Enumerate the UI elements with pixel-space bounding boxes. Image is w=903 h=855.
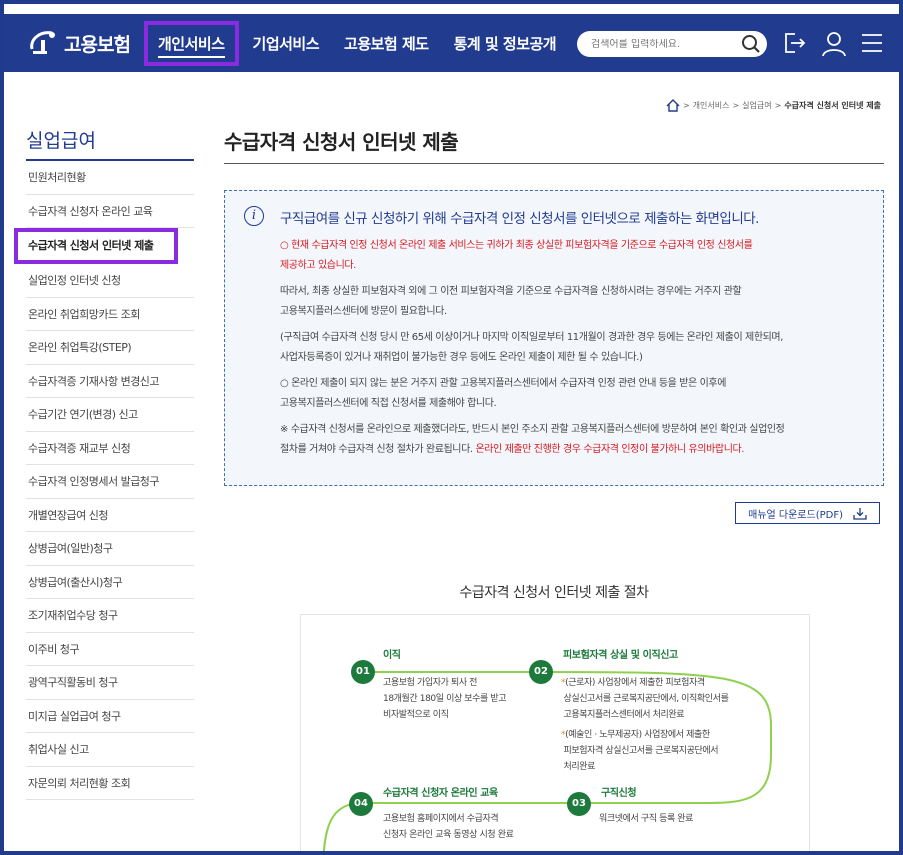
step-note: *(근로자) 사업장에서 제출한 피보험자격 상실신고서를 근로복지공단에서, … bbox=[561, 678, 729, 720]
sidebar-item-sickness-birth[interactable]: 상병급여(출산시)청구 bbox=[26, 566, 194, 599]
step-title: 이직 bbox=[383, 650, 401, 661]
sidebar-item-unemployment-recognition[interactable]: 실업인정 인터넷 신청 bbox=[26, 264, 194, 298]
info-line: 절차를 거쳐야 수급자격 신청 절차가 완료됩니다. bbox=[280, 443, 476, 455]
logo-text: 고용보험 bbox=[64, 33, 131, 56]
step-note: *(예술인 · 노무제공자) 사업장에서 제출한 피보험자격 상실신고서를 근로… bbox=[561, 730, 719, 772]
sidebar-item-complaint-status[interactable]: 민원처리현황 bbox=[26, 161, 194, 195]
info-paragraph: ※ 수급자격 신청서를 온라인으로 제출했더라도, 반드시 본인 주소지 관할 … bbox=[280, 420, 870, 459]
info-notice-red: ○ 현재 수급자격 인정 신청서 온라인 제출 서비스는 귀하가 최종 상실한 … bbox=[280, 236, 870, 275]
info-box: i 구직급여를 신규 신청하기 위해 수급자격 인정 신청서를 인터넷으로 제출… bbox=[224, 190, 884, 486]
site-header: 고용보험 개인서비스 기업서비스 고용보험 제도 통계 및 정보공개 bbox=[4, 14, 899, 72]
search-box bbox=[577, 31, 767, 57]
info-line: 사업자등록증이 있거나 재취업이 불가능한 경우 등에도 온라인 제출이 제한 … bbox=[280, 351, 643, 363]
search-input[interactable] bbox=[591, 38, 731, 50]
nav-label: 개인서비스 bbox=[158, 34, 225, 58]
sidebar: 실업급여 민원처리현황 수급자격 신청자 온라인 교육 수급자격 신청서 인터넷… bbox=[14, 126, 194, 800]
site-logo[interactable]: 고용보험 bbox=[26, 29, 131, 57]
step-description: 고용보험 홈페이지에서 수급자격 신청자 온라인 교육 동영상 시청 완료 bbox=[383, 814, 514, 840]
sidebar-item-unpaid-benefit[interactable]: 미지급 실업급여 청구 bbox=[26, 700, 194, 733]
info-paragraph: (구직급여 수급자격 신청 당시 만 65세 이상이거나 마지막 이직일로부터 … bbox=[280, 328, 870, 367]
info-paragraph: ○ 온라인 제출이 되지 않는 분은 거주지 관할 고용복지플러스센터에서 수급… bbox=[280, 374, 870, 413]
info-line: 고용복지플러스센터에 방문이 필요합니다. bbox=[280, 305, 447, 317]
home-icon[interactable] bbox=[666, 99, 680, 112]
sidebar-item-sickness-general[interactable]: 상병급여(일반)청구 bbox=[26, 532, 194, 566]
info-line: 따라서, 최종 상실한 피보험자격 외에 그 이전 피보험자격을 기준으로 수급… bbox=[280, 286, 742, 297]
manual-download-label: 매뉴얼 다운로드(PDF) bbox=[748, 509, 843, 521]
info-icon: i bbox=[244, 206, 264, 226]
logout-icon[interactable] bbox=[782, 31, 806, 55]
info-body: ○ 현재 수급자격 인정 신청서 온라인 제출 서비스는 귀하가 최종 상실한 … bbox=[280, 236, 870, 466]
step-description: 워크넷에서 구직 등록 완료 bbox=[599, 814, 694, 824]
sidebar-item-advisory-status[interactable]: 자문의뢰 처리현황 조회 bbox=[26, 767, 194, 800]
info-line: ○ 현재 수급자격 인정 신청서 온라인 제출 서비스는 귀하가 최종 상실한 … bbox=[280, 240, 753, 251]
sidebar-item-relocation[interactable]: 이주비 청구 bbox=[26, 633, 194, 666]
process-path bbox=[322, 671, 772, 851]
sidebar-item-individual-extension[interactable]: 개별연장급여 신청 bbox=[26, 499, 194, 532]
step-description: 고용보험 가입자가 퇴사 전 18개월간 180일 이상 보수를 받고 비자발적… bbox=[383, 678, 507, 720]
info-line: 제공하고 있습니다. bbox=[280, 259, 356, 271]
sidebar-item-cert-reissue[interactable]: 수급자격증 재교부 신청 bbox=[26, 432, 194, 465]
breadcrumb-item[interactable]: 실업급여 bbox=[742, 100, 771, 111]
step-title: 피보험자격 상실 및 이직신고 bbox=[563, 650, 678, 661]
sidebar-item-period-extension[interactable]: 수급기간 연기(변경) 신고 bbox=[26, 398, 194, 432]
info-heading: 구직급여를 신규 신청하기 위해 수급자격 인정 신청서를 인터넷으로 제출하는… bbox=[280, 211, 759, 227]
sidebar-item-cert-change[interactable]: 수급자격증 기재사항 변경신고 bbox=[26, 365, 194, 398]
sidebar-item-wide-job-search[interactable]: 광역구직활동비 청구 bbox=[26, 666, 194, 700]
sidebar-item-online-education[interactable]: 수급자격 신청자 온라인 교육 bbox=[26, 195, 194, 228]
menu-icon[interactable] bbox=[861, 31, 883, 55]
info-line: 고용복지플러스센터에 직접 신청서를 제출해야 합니다. bbox=[280, 397, 497, 409]
sidebar-item-application-submit[interactable]: 수급자격 신청서 인터넷 제출 bbox=[14, 228, 178, 264]
info-line: (구직급여 수급자격 신청 당시 만 65세 이상이거나 마지막 이직일로부터 … bbox=[280, 332, 784, 343]
sidebar-item-early-reemployment[interactable]: 조기재취업수당 청구 bbox=[26, 599, 194, 633]
main-content: 수급자격 신청서 인터넷 제출 i 구직급여를 신규 신청하기 위해 수급자격 … bbox=[224, 126, 884, 851]
step-number: 04 bbox=[349, 792, 373, 816]
breadcrumb: > 개인서비스 > 실업급여 > 수급자격 신청서 인터넷 제출 bbox=[666, 99, 881, 112]
nav-personal-services[interactable]: 개인서비스 bbox=[144, 20, 239, 66]
info-paragraph: 따라서, 최종 상실한 피보험자격 외에 그 이전 피보험자격을 기준으로 수급… bbox=[280, 282, 870, 321]
step-number: 01 bbox=[351, 660, 375, 684]
process-title: 수급자격 신청서 인터넷 제출 절차 bbox=[459, 585, 649, 601]
page-frame: 고용보험 개인서비스 기업서비스 고용보험 제도 통계 및 정보공개 검색어를 … bbox=[0, 0, 903, 855]
manual-download-button[interactable]: 매뉴얼 다운로드(PDF) bbox=[735, 502, 880, 524]
global-nav: 개인서비스 기업서비스 고용보험 제도 통계 및 정보공개 bbox=[144, 14, 581, 72]
breadcrumb-separator: > bbox=[774, 101, 782, 110]
page-title: 수급자격 신청서 인터넷 제출 bbox=[224, 126, 884, 164]
info-line: ○ 온라인 제출이 되지 않는 분은 거주지 관할 고용복지플러스센터에서 수급… bbox=[280, 378, 727, 389]
breadcrumb-separator: > bbox=[732, 101, 740, 110]
info-warning: 온라인 제출만 진행한 경우 수급자격 인정이 불가하니 유의바랍니다. bbox=[475, 443, 745, 455]
breadcrumb-current: 수급자격 신청서 인터넷 제출 bbox=[784, 101, 881, 110]
process-diagram: 01 이직 고용보험 가입자가 퇴사 전 18개월간 180일 이상 보수를 받… bbox=[300, 614, 810, 851]
sidebar-item-statement-issue[interactable]: 수급자격 인정명세서 발급청구 bbox=[26, 465, 194, 499]
sidebar-item-job-hope-card[interactable]: 온라인 취업희망카드 조회 bbox=[26, 298, 194, 331]
breadcrumb-item[interactable]: 개인서비스 bbox=[693, 100, 730, 111]
search-icon[interactable] bbox=[741, 34, 761, 54]
download-icon bbox=[853, 507, 867, 520]
user-icon[interactable] bbox=[822, 31, 846, 57]
nav-business-services[interactable]: 기업서비스 bbox=[253, 33, 320, 54]
sidebar-title: 실업급여 bbox=[26, 126, 194, 161]
nav-statistics[interactable]: 통계 및 정보공개 bbox=[454, 33, 557, 54]
logo-icon bbox=[30, 31, 55, 54]
info-line: ※ 수급자격 신청서를 온라인으로 제출했더라도, 반드시 본인 주소지 관할 … bbox=[280, 424, 785, 435]
sidebar-item-employment-report[interactable]: 취업사실 신고 bbox=[26, 733, 194, 767]
step-title: 수급자격 신청자 온라인 교육 bbox=[383, 788, 498, 799]
step-number: 02 bbox=[529, 660, 553, 684]
top-strip bbox=[4, 4, 899, 14]
sidebar-item-step-lecture[interactable]: 온라인 취업특강(STEP) bbox=[26, 331, 194, 365]
nav-insurance-system[interactable]: 고용보험 제도 bbox=[344, 33, 429, 54]
step-number: 03 bbox=[567, 792, 591, 816]
breadcrumb-separator: > bbox=[682, 101, 690, 110]
step-title: 구직신청 bbox=[601, 788, 637, 799]
